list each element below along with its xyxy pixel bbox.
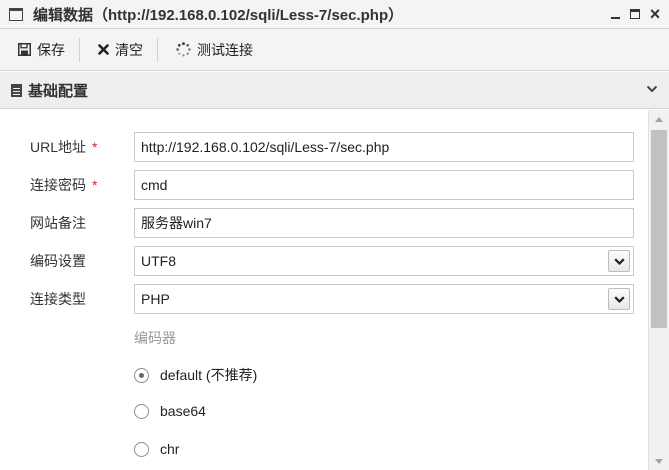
radio-unchecked-icon[interactable] bbox=[134, 403, 149, 419]
url-label: URL地址 * bbox=[30, 139, 98, 155]
scroll-up-icon[interactable] bbox=[649, 110, 669, 128]
window-icon bbox=[9, 7, 23, 21]
encoder-option-label: base64 bbox=[160, 403, 206, 419]
scrollbar-thumb[interactable] bbox=[651, 130, 667, 328]
close-button[interactable]: × bbox=[647, 5, 663, 23]
encoding-label: 编码设置 bbox=[30, 253, 86, 269]
password-input[interactable] bbox=[134, 170, 634, 200]
encoder-option-label: default (不推荐) bbox=[160, 367, 258, 383]
radio-checked-icon[interactable] bbox=[134, 367, 149, 383]
chevron-down-icon[interactable] bbox=[645, 82, 659, 96]
maximize-icon bbox=[630, 9, 640, 19]
window-title: 编辑数据（http://192.168.0.102/sqli/Less-7/se… bbox=[33, 6, 404, 24]
clear-icon bbox=[98, 44, 109, 55]
password-label: 连接密码 * bbox=[30, 177, 98, 193]
radio-unchecked-icon[interactable] bbox=[134, 441, 149, 457]
window-titlebar: 编辑数据（http://192.168.0.102/sqli/Less-7/se… bbox=[0, 0, 669, 29]
chevron-down-icon[interactable] bbox=[608, 250, 630, 272]
save-icon bbox=[18, 43, 31, 56]
save-label: 保存 bbox=[37, 41, 65, 58]
encoder-option-chr[interactable]: chr bbox=[134, 441, 179, 457]
encoding-row: 编码设置 UTF8 bbox=[0, 246, 648, 276]
save-button[interactable]: 保存 bbox=[0, 35, 79, 65]
toolbar: 保存 清空 测试连接 bbox=[0, 29, 669, 71]
type-row: 连接类型 PHP bbox=[0, 284, 648, 314]
window-controls: × bbox=[607, 5, 663, 23]
scroll-down-icon[interactable] bbox=[649, 452, 669, 470]
required-mark: * bbox=[92, 139, 98, 155]
type-label: 连接类型 bbox=[30, 291, 86, 307]
clear-button[interactable]: 清空 bbox=[80, 35, 157, 65]
url-input[interactable] bbox=[134, 132, 634, 162]
form-content: URL地址* 连接密码* 网站备注 编码设置 UTF8 连接类型 PHP 编码器… bbox=[0, 110, 648, 470]
section-title: 基础配置 bbox=[28, 82, 89, 100]
minimize-button[interactable] bbox=[607, 5, 623, 23]
maximize-button[interactable] bbox=[627, 5, 643, 23]
note-input[interactable] bbox=[134, 208, 634, 238]
document-icon bbox=[11, 83, 22, 97]
vertical-scrollbar[interactable] bbox=[648, 110, 669, 470]
url-row: URL地址 * bbox=[0, 132, 648, 162]
encoder-group-label: 编码器 bbox=[134, 330, 176, 346]
encoding-value: UTF8 bbox=[141, 253, 176, 269]
type-select[interactable]: PHP bbox=[134, 284, 634, 314]
test-connection-button[interactable]: 测试连接 bbox=[158, 35, 267, 65]
required-mark: * bbox=[92, 177, 98, 193]
password-row: 连接密码 * bbox=[0, 170, 648, 200]
spinner-icon bbox=[176, 42, 191, 57]
note-label: 网站备注 bbox=[30, 215, 86, 231]
encoding-select[interactable]: UTF8 bbox=[134, 246, 634, 276]
chevron-down-icon[interactable] bbox=[608, 288, 630, 310]
test-connection-label: 测试连接 bbox=[197, 41, 253, 58]
encoder-option-label: chr bbox=[160, 441, 180, 457]
clear-label: 清空 bbox=[115, 41, 143, 58]
encoder-option-base64[interactable]: base64 bbox=[134, 403, 206, 419]
close-icon: × bbox=[649, 4, 661, 24]
type-value: PHP bbox=[141, 291, 170, 307]
note-row: 网站备注 bbox=[0, 208, 648, 238]
section-header-basic-config[interactable]: 基础配置 bbox=[0, 72, 669, 109]
minimize-icon bbox=[610, 16, 620, 20]
encoder-option-default[interactable]: default (不推荐) bbox=[134, 365, 257, 385]
